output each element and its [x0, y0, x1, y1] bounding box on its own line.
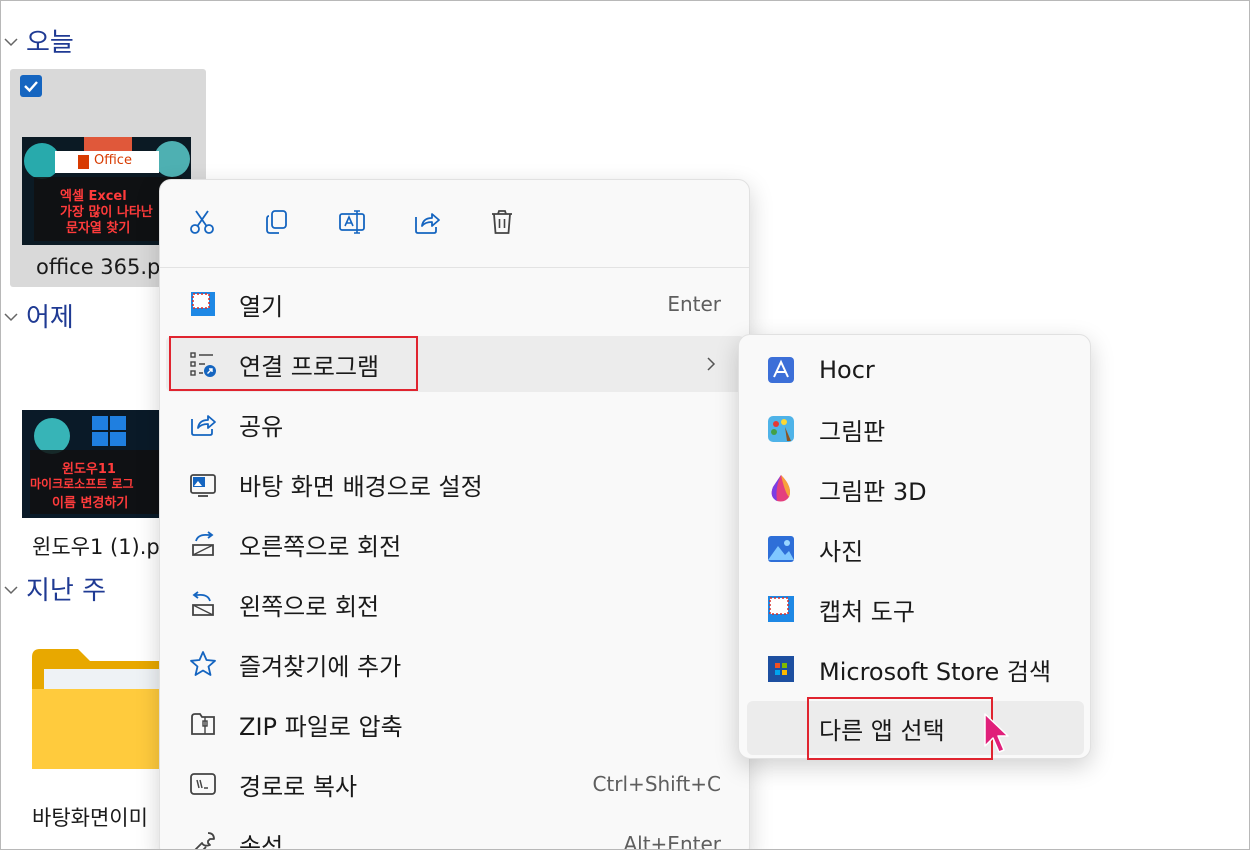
group-label: 지난 주	[26, 576, 107, 606]
menu-item-label: 경로로 복사	[239, 772, 358, 801]
menu-item-open-with[interactable]: 연결 프로그램	[166, 336, 745, 392]
submenu-item-hocr[interactable]: Hocr	[747, 343, 1084, 397]
menu-item-label: 연결 프로그램	[239, 352, 380, 381]
file-name[interactable]: 바탕화면이미	[32, 802, 148, 832]
thumb-line: 문자열 찾기	[66, 221, 131, 236]
open-with-icon	[188, 349, 218, 379]
menu-item-rotate-left[interactable]: 왼쪽으로 회전	[166, 576, 745, 632]
menu-item-properties[interactable]: 속성 Alt+Enter	[166, 816, 745, 850]
menu-item-label: 오른쪽으로 회전	[239, 532, 402, 561]
submenu-item-label: 캡처 도구	[819, 597, 915, 626]
open-with-submenu: Hocr 그림판 그림판 3D 사진 캡처 도구 Microsoft Store…	[738, 334, 1091, 759]
menu-item-shortcut: Ctrl+Shift+C	[592, 772, 721, 796]
share-icon	[415, 213, 440, 234]
submenu-item-photos[interactable]: 사진	[747, 522, 1084, 576]
submenu-item-paint3d[interactable]: 그림판 3D	[747, 462, 1084, 516]
trash-icon	[492, 210, 512, 234]
menu-item-open[interactable]: 열기 Enter	[166, 276, 745, 332]
rename-icon	[339, 210, 365, 234]
checkmark-icon	[24, 81, 38, 93]
submenu-item-label: 사진	[819, 537, 864, 566]
group-header-yesterday[interactable]: 어제	[2, 297, 74, 334]
chevron-down-icon	[4, 585, 18, 594]
submenu-item-store-search[interactable]: Microsoft Store 검색	[747, 642, 1084, 696]
menu-item-share[interactable]: 공유	[166, 396, 745, 452]
open-icon	[188, 289, 218, 319]
menu-item-label: 속성	[239, 832, 284, 850]
wrench-icon	[188, 829, 218, 850]
selection-checkbox[interactable]	[20, 75, 42, 97]
submenu-item-label: 다른 앱 선택	[819, 716, 945, 745]
menu-item-copy-path[interactable]: 경로로 복사 Ctrl+Shift+C	[166, 756, 745, 812]
share-icon	[188, 409, 218, 439]
chevron-right-icon	[707, 357, 716, 371]
hocr-app-icon	[765, 354, 797, 386]
menu-item-shortcut: Enter	[667, 292, 721, 316]
submenu-item-label: 그림판 3D	[819, 477, 927, 506]
delete-button[interactable]	[482, 202, 522, 242]
group-header-today[interactable]: 오늘	[2, 22, 74, 59]
submenu-item-choose-other-app[interactable]: 다른 앱 선택	[747, 701, 1084, 755]
context-menu: 열기 Enter 연결 프로그램 공유 바탕 화면 배경으로 설정 오른쪽으로 …	[159, 179, 750, 850]
thumb-line: 마이크로소프트 로그	[30, 477, 134, 491]
copy-path-icon	[188, 769, 218, 799]
menu-item-shortcut: Alt+Enter	[623, 832, 721, 850]
submenu-item-label: Microsoft Store 검색	[819, 657, 1052, 686]
menu-item-label: 왼쪽으로 회전	[239, 592, 380, 621]
paint-app-icon	[765, 413, 797, 445]
mouse-cursor-icon	[984, 713, 1009, 753]
submenu-item-label: 그림판	[819, 417, 886, 446]
cut-button[interactable]	[182, 202, 222, 242]
rename-button[interactable]	[332, 202, 372, 242]
menu-item-label: 바탕 화면 배경으로 설정	[239, 472, 483, 501]
menu-item-add-favorites[interactable]: 즐겨찾기에 추가	[166, 636, 745, 692]
store-icon	[765, 653, 797, 685]
menu-item-set-wallpaper[interactable]: 바탕 화면 배경으로 설정	[166, 456, 745, 512]
snipping-tool-icon	[765, 593, 797, 625]
menu-item-label: ZIP 파일로 압축	[239, 712, 403, 741]
zip-icon	[188, 709, 218, 739]
group-label: 오늘	[26, 28, 74, 58]
paint3d-app-icon	[765, 473, 797, 505]
wallpaper-icon	[188, 469, 218, 499]
photos-app-icon	[765, 533, 797, 565]
menu-item-rotate-right[interactable]: 오른쪽으로 회전	[166, 516, 745, 572]
file-name[interactable]: office 365.p	[36, 255, 160, 279]
file-name[interactable]: 윈도우1 (1).p	[32, 531, 160, 561]
menu-item-compress-zip[interactable]: ZIP 파일로 압축	[166, 696, 745, 752]
star-icon	[188, 649, 218, 679]
group-label: 어제	[26, 303, 74, 333]
submenu-item-paint[interactable]: 그림판	[747, 402, 1084, 456]
thumb-line: 이름 변경하기	[52, 496, 129, 511]
menu-item-label: 열기	[239, 292, 284, 321]
chevron-down-icon	[4, 37, 18, 46]
context-toolbar	[160, 180, 749, 268]
thumb-brand: Office	[94, 153, 132, 168]
chevron-down-icon	[4, 312, 18, 321]
share-button[interactable]	[407, 202, 447, 242]
copy-icon	[266, 210, 287, 234]
group-header-last-week[interactable]: 지난 주	[2, 570, 106, 607]
rotate-left-icon	[188, 589, 218, 619]
menu-item-label: 공유	[239, 412, 284, 441]
folder-icon[interactable]	[28, 645, 160, 775]
scissors-icon	[190, 210, 214, 234]
submenu-item-label: Hocr	[819, 356, 875, 384]
menu-item-label: 즐겨찾기에 추가	[239, 652, 402, 681]
rotate-right-icon	[188, 529, 218, 559]
submenu-item-snipping-tool[interactable]: 캡처 도구	[747, 582, 1084, 636]
copy-button[interactable]	[257, 202, 297, 242]
